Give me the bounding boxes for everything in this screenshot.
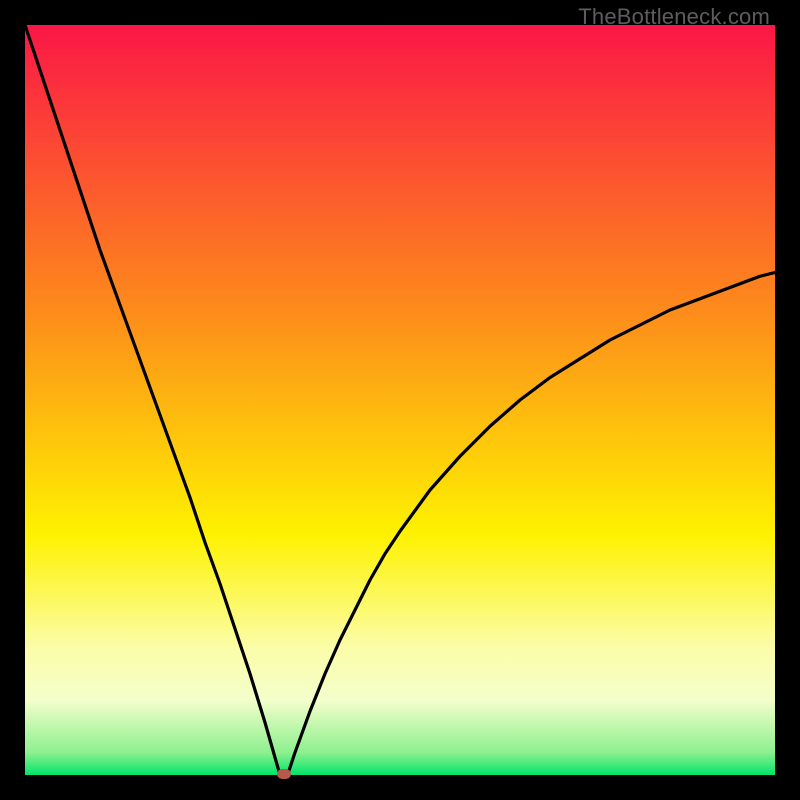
chart-frame — [25, 25, 775, 775]
gradient-background — [25, 25, 775, 775]
optimal-point-marker — [277, 769, 291, 779]
bottleneck-chart — [25, 25, 775, 775]
watermark-text: TheBottleneck.com — [578, 4, 770, 30]
